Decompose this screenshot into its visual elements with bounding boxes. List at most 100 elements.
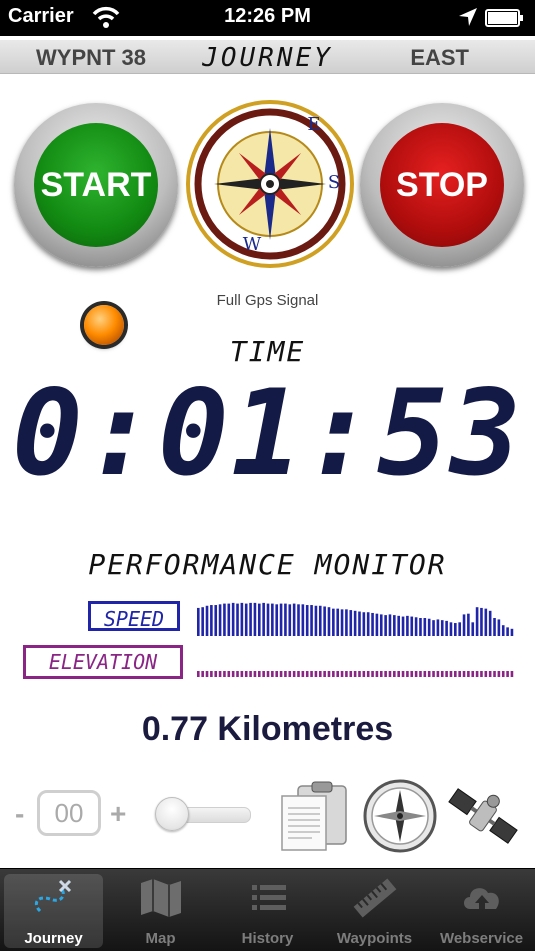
compass-e-letter: E [307, 114, 320, 135]
stepper-value-field[interactable]: 00 [37, 790, 101, 836]
elevation-bar [318, 671, 322, 677]
speed-bar [401, 616, 405, 636]
elevation-bar [471, 671, 475, 677]
speed-bar [427, 618, 431, 636]
compass-icon[interactable] [362, 778, 438, 854]
speed-bar [279, 603, 283, 636]
satellite-icon[interactable] [445, 778, 521, 854]
speed-bar [275, 604, 279, 636]
elevation-bar [231, 671, 235, 677]
elevation-bar [488, 671, 492, 677]
elevation-bar [440, 671, 444, 677]
start-button[interactable]: START [14, 103, 178, 267]
decrement-button[interactable]: - [15, 798, 24, 830]
elevation-bar [275, 671, 279, 677]
notes-clipboard-icon[interactable] [276, 778, 352, 854]
map-icon [141, 879, 181, 917]
compass-rose-icon: N E S W [133, 100, 354, 268]
elevation-bar [445, 671, 448, 677]
tab-journey[interactable]: Journey [0, 869, 107, 951]
elevation-bar [262, 671, 265, 677]
elevation-bar [366, 671, 370, 677]
tab-waypoints[interactable]: Waypoints [321, 869, 428, 951]
speed-bar [223, 603, 226, 636]
ruler-icon [353, 878, 397, 918]
tab-journey-label: Journey [24, 930, 83, 947]
speed-bar [205, 605, 209, 636]
tab-history[interactable]: History [214, 869, 321, 951]
speed-bar [449, 622, 453, 636]
speed-bar [467, 613, 470, 636]
elevation-bar [340, 671, 344, 677]
slider-knob[interactable] [155, 797, 189, 831]
speed-bar [297, 604, 300, 636]
speed-bar [318, 605, 322, 636]
elevation-bar [349, 671, 353, 677]
speed-bar [393, 615, 396, 636]
elevation-bar [493, 671, 496, 677]
speed-bar [201, 607, 204, 636]
elevation-bar [449, 671, 453, 677]
stop-button[interactable]: STOP [360, 103, 524, 267]
elevation-bar [297, 671, 300, 677]
elevation-bar [301, 671, 305, 677]
tab-waypoints-label: Waypoints [336, 930, 413, 947]
stop-button-label: STOP [380, 123, 504, 247]
speed-bar [323, 606, 326, 636]
speed-bar [244, 603, 248, 636]
speed-bar [218, 604, 222, 636]
speed-bar [471, 622, 475, 636]
speed-bar [257, 603, 261, 636]
increment-button[interactable]: + [110, 798, 126, 830]
elevation-bar [345, 671, 348, 677]
speed-bar [384, 615, 387, 636]
speed-bar [336, 608, 340, 636]
elevation-bar [336, 671, 340, 677]
speed-bar [214, 605, 218, 636]
elevation-bar [353, 671, 357, 677]
elevation-bar [501, 671, 505, 677]
toggle-slider[interactable] [155, 797, 251, 831]
location-arrow-icon [457, 6, 479, 33]
elevation-bar [484, 671, 488, 677]
speed-bar [332, 608, 335, 636]
speed-bar [480, 607, 483, 636]
speed-bar [362, 612, 366, 636]
speed-bar [340, 609, 344, 636]
elevation-bar [454, 671, 457, 677]
elevation-bar [284, 671, 287, 677]
elevation-bar [223, 671, 226, 677]
speed-bar [288, 604, 292, 636]
speed-label: SPEED [88, 601, 180, 631]
speed-bar [310, 605, 313, 636]
elevation-bar [249, 671, 252, 677]
speed-bar [284, 603, 287, 636]
tab-bar: Journey Map History Waypoints Webservice [0, 868, 535, 951]
elevation-bar [384, 671, 387, 677]
speed-bar [253, 602, 257, 636]
elevation-bar [332, 671, 335, 677]
speed-bar [419, 618, 422, 636]
speed-bar [493, 618, 496, 636]
tab-map[interactable]: Map [107, 869, 214, 951]
elevation-bar [327, 671, 331, 677]
compass-w-letter: W [243, 234, 262, 255]
elevation-bar [475, 671, 479, 677]
direction-label: EAST [410, 45, 469, 70]
elevation-bar [314, 671, 318, 677]
speed-graph [197, 602, 514, 636]
speed-bar [484, 608, 488, 636]
tab-webservice[interactable]: Webservice [428, 869, 535, 951]
elevation-bar [214, 671, 218, 677]
elapsed-time-display: 0:01:53 [11, 364, 524, 502]
speed-bar [375, 613, 379, 636]
speed-bar [497, 619, 501, 636]
speed-bar [371, 612, 374, 636]
speed-bar [262, 602, 265, 636]
speed-bar [305, 605, 309, 636]
elevation-bar [497, 671, 501, 677]
speed-bar [414, 617, 418, 636]
speed-bar [314, 605, 318, 636]
elevation-bar [227, 671, 231, 677]
elevation-bar [240, 671, 244, 677]
